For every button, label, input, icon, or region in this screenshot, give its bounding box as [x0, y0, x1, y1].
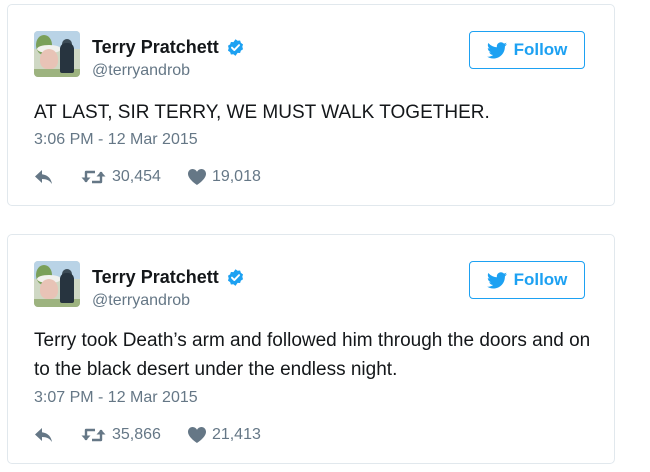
- author-name-row: Terry Pratchett: [92, 37, 245, 58]
- like-count: 19,018: [211, 168, 261, 185]
- follow-label: Follow: [513, 270, 568, 289]
- tweet-card: Terry Pratchett @terryandrob Follow AT L…: [7, 4, 615, 206]
- tweet-actions: 35,866 21,413: [34, 426, 261, 444]
- display-name[interactable]: Terry Pratchett: [92, 37, 219, 58]
- timestamp[interactable]: 3:07 PM - 12 Mar 2015: [34, 389, 198, 407]
- verified-badge-icon: [227, 39, 243, 56]
- timestamp[interactable]: 3:06 PM - 12 Mar 2015: [34, 131, 198, 149]
- follow-button[interactable]: Follow: [469, 31, 585, 69]
- tweet-card: Terry Pratchett @terryandrob Follow Terr…: [7, 234, 615, 464]
- like-count: 21,413: [211, 426, 261, 443]
- retweet-icon: [81, 170, 106, 184]
- follow-button[interactable]: Follow: [469, 261, 585, 299]
- heart-icon: [187, 427, 206, 443]
- handle[interactable]: @terryandrob: [92, 292, 190, 310]
- retweet-button[interactable]: 35,866: [81, 426, 161, 444]
- tweet-text: Terry took Death’s arm and followed him …: [34, 330, 591, 380]
- twitter-bird-icon: [486, 41, 507, 58]
- avatar[interactable]: [34, 261, 80, 307]
- like-button[interactable]: 21,413: [187, 426, 261, 444]
- retweet-icon: [81, 428, 106, 442]
- tweet-text: AT LAST, SIR TERRY, WE MUST WALK TOGETHE…: [34, 102, 490, 123]
- display-name[interactable]: Terry Pratchett: [92, 267, 219, 288]
- reply-icon[interactable]: [34, 169, 54, 185]
- retweet-count: 35,866: [112, 426, 161, 443]
- like-button[interactable]: 19,018: [187, 168, 261, 186]
- avatar[interactable]: [34, 31, 80, 77]
- heart-icon: [187, 169, 206, 185]
- tweet-actions: 30,454 19,018: [34, 168, 261, 186]
- twitter-bird-icon: [486, 271, 507, 288]
- retweet-count: 30,454: [112, 168, 161, 185]
- reply-icon[interactable]: [34, 427, 54, 443]
- author-name-row: Terry Pratchett: [92, 267, 245, 288]
- follow-label: Follow: [513, 40, 568, 59]
- verified-badge-icon: [227, 269, 243, 286]
- handle[interactable]: @terryandrob: [92, 62, 190, 80]
- retweet-button[interactable]: 30,454: [81, 168, 161, 186]
